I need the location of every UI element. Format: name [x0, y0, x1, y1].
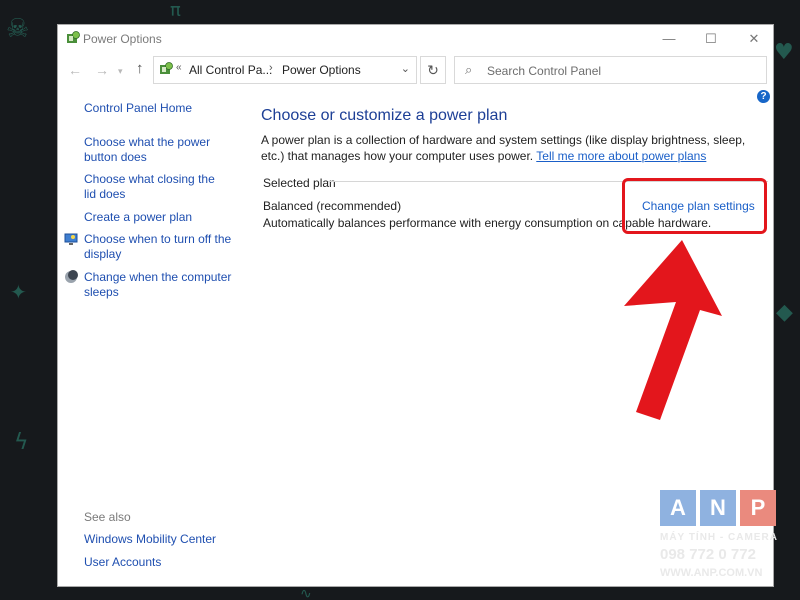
chevron-down-icon[interactable]: ⌄ [401, 62, 410, 75]
refresh-icon: ↻ [427, 62, 439, 78]
anp-watermark: A N P MÁY TÍNH - CAMERA 098 772 0 772 WW… [660, 490, 800, 600]
refresh-button[interactable]: ↻ [420, 56, 446, 84]
up-button[interactable]: ↑ [136, 60, 144, 77]
red-arrow-annotation [624, 240, 722, 420]
pi-doodle-icon: π [170, 0, 181, 21]
plan-name: Balanced (recommended) [263, 199, 402, 213]
help-icon[interactable]: ? [757, 90, 770, 103]
watermark-letter: P [740, 490, 776, 526]
chevron-left-double-icon[interactable]: « [176, 62, 182, 73]
sleep-moon-icon [65, 270, 78, 283]
search-box[interactable]: ⌕ [454, 56, 767, 84]
window-title: Power Options [83, 32, 162, 46]
sidebar-item-control-panel-home[interactable]: Control Panel Home [84, 101, 192, 116]
watermark-phone: 098 772 0 772 [660, 546, 756, 563]
star-doodle-icon: ✦ [10, 280, 27, 304]
wave-doodle-icon: ∿ [300, 586, 312, 600]
maximize-button[interactable]: ☐ [694, 29, 728, 49]
diamond-doodle-icon: ◆ [776, 300, 793, 325]
see-also-heading: See also [84, 510, 131, 524]
sidebar-item-user-accounts[interactable]: User Accounts [84, 555, 161, 570]
title-bar[interactable]: Power Options — ☐ ✕ [58, 25, 773, 53]
back-button[interactable]: ← [68, 62, 82, 78]
selected-plan-heading: Selected plan [263, 176, 336, 190]
learn-more-link[interactable]: Tell me more about power plans [536, 149, 706, 163]
minimize-button[interactable]: — [652, 29, 686, 49]
watermark-url: WWW.ANP.COM.VN [660, 567, 763, 579]
heart-doodle-icon: ♥ [774, 40, 794, 65]
breadcrumb-power-options[interactable]: Power Options [282, 63, 361, 77]
sidebar-item-computer-sleeps[interactable]: Change when the computer sleeps [84, 270, 234, 300]
watermark-letter: A [660, 490, 696, 526]
power-options-icon [160, 62, 173, 74]
search-input[interactable] [485, 61, 759, 81]
sidebar-item-turn-off-display[interactable]: Choose when to turn off the display [84, 232, 234, 262]
sidebar-item-mobility-center[interactable]: Windows Mobility Center [84, 532, 216, 547]
chevron-right-icon[interactable]: › [269, 62, 273, 74]
display-icon [64, 233, 78, 245]
lightning-doodle-icon: ϟ [14, 430, 29, 455]
watermark-letter: N [700, 490, 736, 526]
search-icon: ⌕ [465, 62, 473, 77]
breadcrumb-control-panel[interactable]: All Control Pa... [189, 63, 272, 77]
recent-locations-button[interactable]: ▾ [118, 66, 123, 77]
skull-doodle-icon: ☠ [6, 14, 30, 44]
sidebar-item-power-button[interactable]: Choose what the power button does [84, 135, 244, 165]
power-options-icon [67, 31, 80, 43]
sidebar-item-create-plan[interactable]: Create a power plan [84, 210, 192, 225]
highlight-box [622, 178, 767, 234]
watermark-tagline: MÁY TÍNH - CAMERA [660, 532, 778, 543]
forward-button[interactable]: → [95, 62, 109, 78]
sidebar-item-closing-lid[interactable]: Choose what closing the lid does [84, 172, 224, 202]
page-title: Choose or customize a power plan [261, 107, 508, 124]
address-bar[interactable]: « All Control Pa... › Power Options ⌄ [153, 56, 417, 84]
navigation-bar: ← → ▾ ↑ « All Control Pa... › Power Opti… [58, 53, 773, 87]
close-button[interactable]: ✕ [737, 29, 771, 49]
page-description: A power plan is a collection of hardware… [261, 132, 751, 164]
